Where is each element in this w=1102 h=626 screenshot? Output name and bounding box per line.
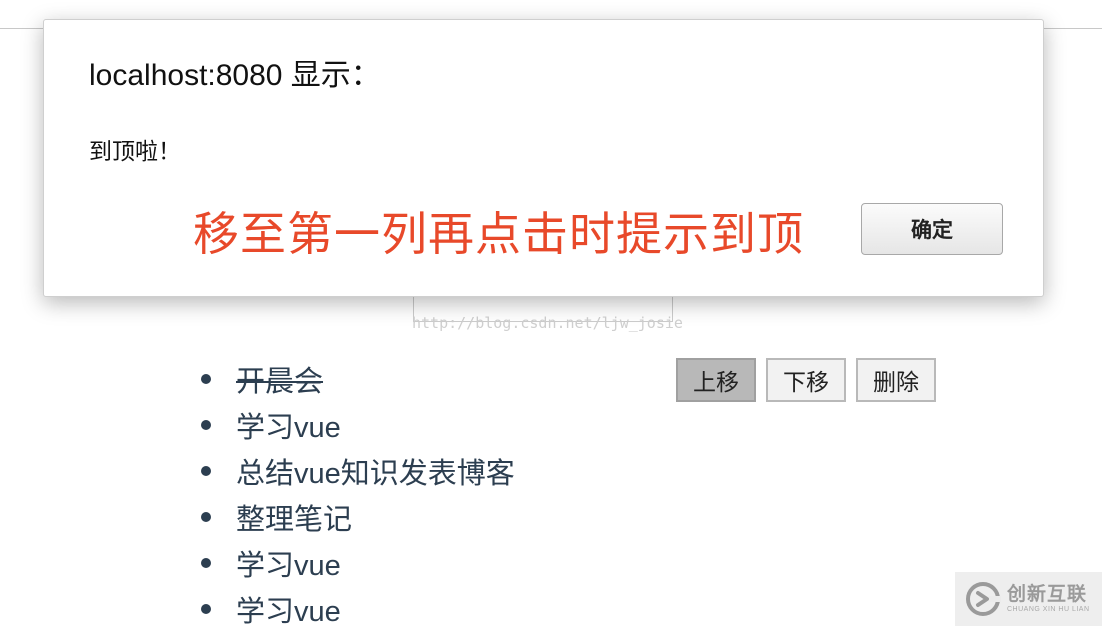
todo-item[interactable]: 学习vue (200, 402, 515, 448)
brand-logo: 创新互联 CHUANG XIN HU LIAN (955, 572, 1102, 626)
brand-logo-icon (966, 582, 1001, 616)
todo-item[interactable]: 开晨会 (200, 356, 515, 402)
todo-item[interactable]: 学习vue (200, 586, 515, 626)
move-up-button[interactable]: 上移 (676, 358, 756, 402)
todo-text: 学习vue (236, 412, 341, 444)
todo-item[interactable]: 整理笔记 (200, 494, 515, 540)
todo-text: 开晨会 (236, 366, 324, 398)
brand-name-en: CHUANG XIN HU LIAN (1007, 606, 1090, 613)
todo-item[interactable]: 总结vue知识发表博客 (200, 448, 515, 494)
dialog-message: 到顶啦！ (89, 138, 181, 164)
alert-dialog: localhost:8080 显示： 到顶啦！ 移至第一列再点击时提示到顶 确定 (43, 19, 1044, 297)
ok-button[interactable]: 确定 (861, 203, 1003, 255)
item-actions: 上移 下移 删除 (676, 358, 936, 402)
todo-text: 学习vue (236, 596, 341, 626)
bullet-icon (201, 558, 211, 568)
bullet-icon (201, 420, 211, 430)
move-down-button[interactable]: 下移 (766, 358, 846, 402)
watermark-url: http://blog.csdn.net/ljw_josie (412, 314, 683, 332)
todo-item[interactable]: 学习vue (200, 540, 515, 586)
page: http://blog.csdn.net/ljw_josie 开晨会 学习vue… (0, 0, 1102, 626)
bullet-icon (201, 374, 211, 384)
bullet-icon (201, 512, 211, 522)
brand-name-cn: 创新互联 (1007, 583, 1088, 605)
dialog-title: localhost:8080 显示： (89, 59, 381, 92)
delete-button[interactable]: 删除 (856, 358, 936, 402)
brand-text: 创新互联 CHUANG XIN HU LIAN (1007, 583, 1090, 614)
todo-text: 学习vue (236, 550, 341, 582)
bullet-icon (201, 466, 211, 476)
todo-list: 开晨会 学习vue 总结vue知识发表博客 整理笔记 学习vue 学习vue (200, 356, 515, 626)
annotation-text: 移至第一列再点击时提示到顶 (193, 208, 804, 260)
todo-text: 总结vue知识发表博客 (236, 458, 515, 490)
bullet-icon (201, 604, 211, 614)
todo-text: 整理笔记 (236, 504, 353, 536)
